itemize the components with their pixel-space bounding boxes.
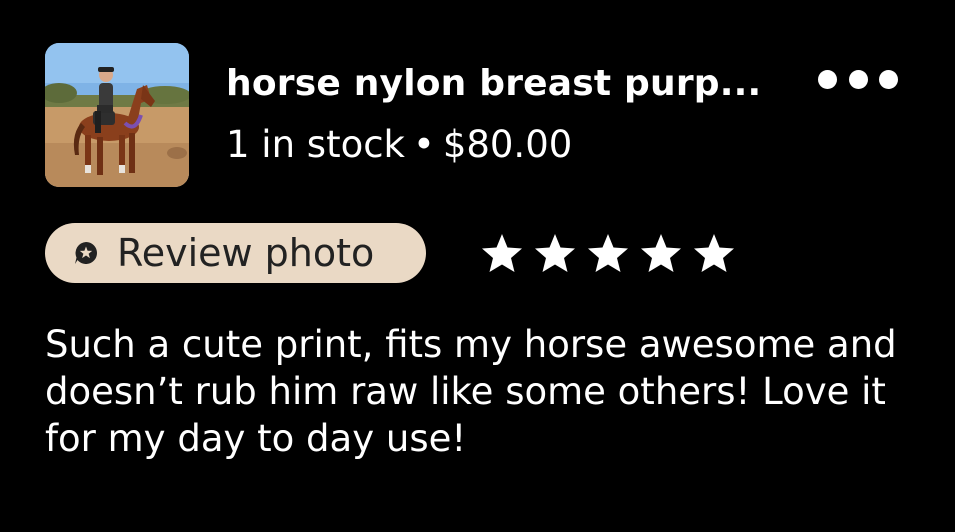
meta-separator: • — [412, 123, 435, 166]
review-text: Such a cute print, fits my horse awesome… — [45, 323, 897, 460]
star-icon — [535, 234, 575, 272]
listing-meta: 1 in stock • $80.00 — [226, 122, 572, 168]
review-card: horse nylon breast purp... 1 in stock • $8… — [0, 0, 955, 532]
more-horizontal-icon-dot — [879, 69, 898, 89]
review-photo-label: Review photo — [117, 231, 375, 275]
star-icon — [588, 234, 628, 272]
more-horizontal-icon-dot — [818, 69, 837, 89]
star-chat-icon — [71, 238, 101, 268]
more-options-button[interactable] — [818, 66, 898, 92]
stock-count: 1 in stock — [226, 123, 405, 166]
horse-rider-photo-icon — [45, 43, 189, 187]
star-rating — [478, 230, 743, 278]
review-photo-badge[interactable]: Review photo — [45, 223, 426, 283]
more-horizontal-icon-dot — [848, 69, 868, 89]
listing-title[interactable]: horse nylon breast purp... — [226, 62, 761, 106]
star-icon — [641, 234, 681, 272]
star-icon — [482, 234, 522, 272]
listing-thumbnail[interactable] — [45, 43, 189, 187]
listing-price: $80.00 — [442, 123, 573, 166]
star-icon — [694, 234, 734, 272]
